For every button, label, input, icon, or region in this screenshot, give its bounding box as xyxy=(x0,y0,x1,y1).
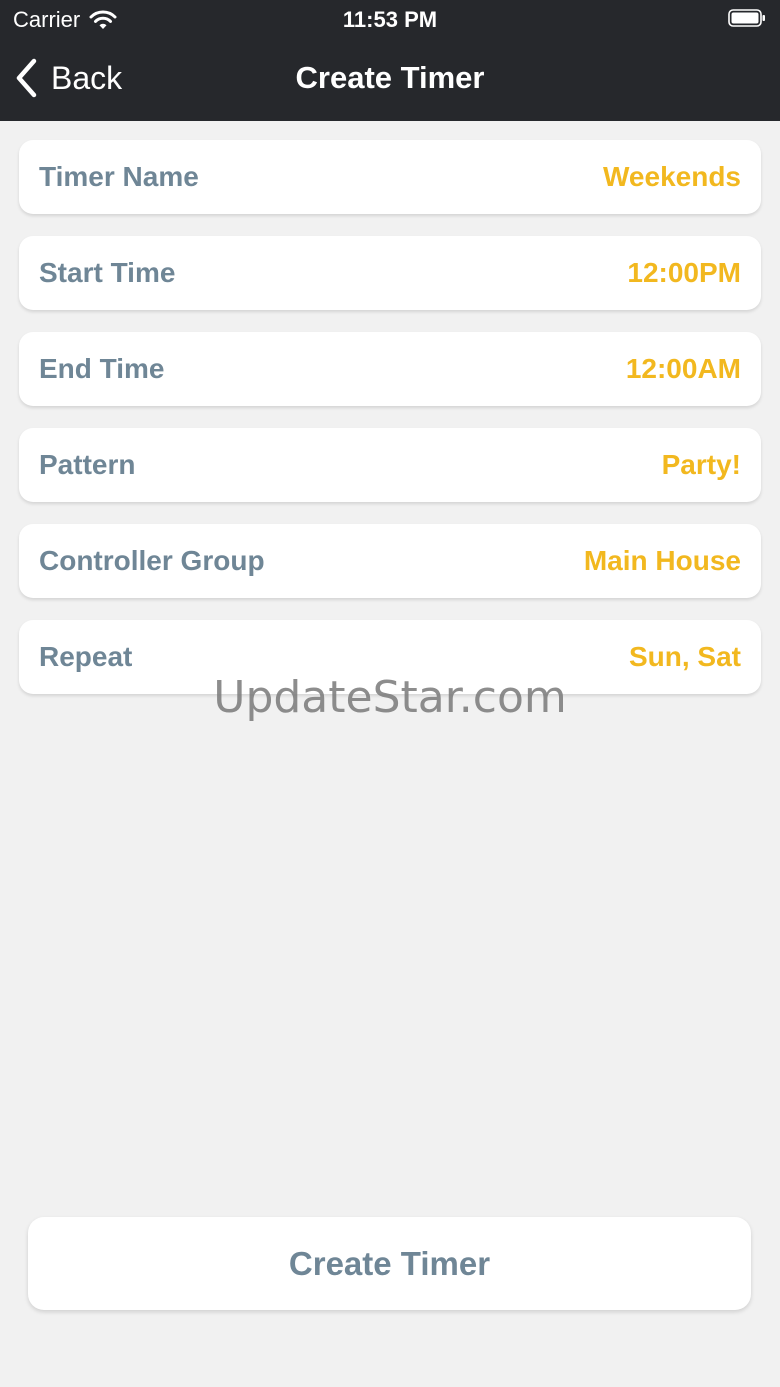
row-value: 12:00PM xyxy=(627,257,741,288)
navigation-bar: Back Create Timer xyxy=(0,40,780,121)
row-value: Weekends xyxy=(603,161,741,192)
row-label: End Time xyxy=(39,353,165,384)
create-timer-button[interactable]: Create Timer xyxy=(28,1217,751,1310)
top-bar: Carrier 11:53 PM Back Create Timer xyxy=(0,0,780,121)
row-value: Party! xyxy=(661,449,741,480)
timer-settings-list: Timer Name Weekends Start Time 12:00PM E… xyxy=(19,140,761,716)
row-label: Controller Group xyxy=(39,545,265,576)
battery-icon xyxy=(728,9,765,27)
row-start-time[interactable]: Start Time 12:00PM xyxy=(19,236,761,310)
row-value: Sun, Sat xyxy=(628,641,741,672)
page-title: Create Timer xyxy=(295,60,485,95)
row-value: 12:00AM xyxy=(625,353,741,384)
row-value: Main House xyxy=(583,545,741,576)
row-end-time[interactable]: End Time 12:00AM xyxy=(19,332,761,406)
row-label: Repeat xyxy=(39,641,133,672)
status-bar: Carrier 11:53 PM xyxy=(0,0,780,40)
watermark: UpdateStar.com xyxy=(213,672,567,723)
row-pattern[interactable]: Pattern Party! xyxy=(19,428,761,502)
row-label: Start Time xyxy=(39,257,176,288)
row-timer-name[interactable]: Timer Name Weekends xyxy=(19,140,761,214)
status-time: 11:53 PM xyxy=(342,7,438,32)
row-label: Pattern xyxy=(39,449,136,480)
row-label: Timer Name xyxy=(39,161,199,192)
row-controller-group[interactable]: Controller Group Main House xyxy=(19,524,761,598)
